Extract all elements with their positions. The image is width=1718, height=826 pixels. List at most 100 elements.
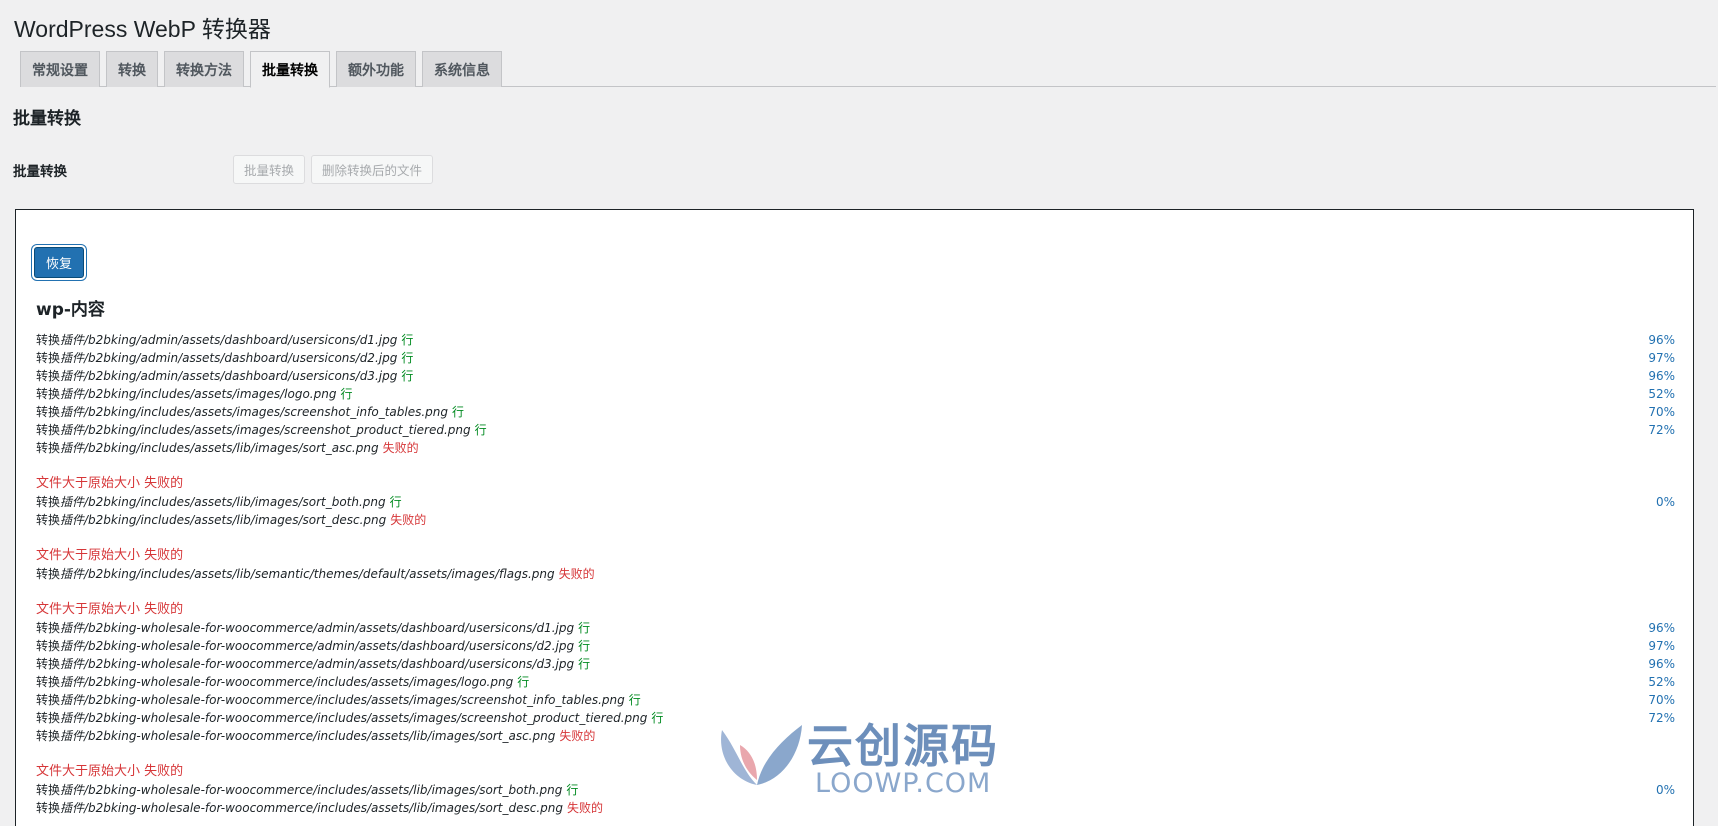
log-percent: 72% <box>1648 423 1675 437</box>
log-path: 插件/b2bking/admin/assets/dashboard/usersi… <box>60 333 398 347</box>
log-line: 转换插件/b2bking-wholesale-for-woocommerce/i… <box>36 781 1675 799</box>
log-line: 转换插件/b2bking-wholesale-for-woocommerce/i… <box>36 727 1675 745</box>
log-line: 转换插件/b2bking-wholesale-for-woocommerce/i… <box>36 691 1675 709</box>
log-status: 行 <box>628 693 641 707</box>
log-percent: 96% <box>1648 657 1675 671</box>
log-path: 插件/b2bking-wholesale-for-woocommerce/inc… <box>60 801 563 815</box>
log-status: 行 <box>401 369 414 383</box>
tab-convert-method[interactable]: 转换方法 <box>164 51 244 87</box>
log-path: 插件/b2bking-wholesale-for-woocommerce/inc… <box>60 711 648 725</box>
log-path: 插件/b2bking/includes/assets/lib/images/so… <box>60 513 387 527</box>
log-prefix: 转换 <box>36 387 61 401</box>
log-prefix: 转换 <box>36 639 61 653</box>
log-line: 转换插件/b2bking/includes/assets/images/scre… <box>36 421 1675 439</box>
log-prefix: 转换 <box>36 405 61 419</box>
log-status: 行 <box>389 495 402 509</box>
log-status: 失败的 <box>566 801 603 815</box>
log-path: 插件/b2bking/includes/assets/images/screen… <box>60 423 471 437</box>
size-error-message: 文件大于原始大小 失败的 <box>36 476 184 491</box>
log-prefix: 转换 <box>36 423 61 437</box>
log-status: 行 <box>401 333 414 347</box>
log-path: 插件/b2bking/includes/assets/lib/semantic/… <box>60 567 555 581</box>
log-status: 行 <box>578 639 591 653</box>
log-path: 插件/b2bking/admin/assets/dashboard/usersi… <box>60 351 398 365</box>
log-path: 插件/b2bking-wholesale-for-woocommerce/inc… <box>60 729 556 743</box>
size-error-message: 文件大于原始大小 失败的 <box>36 764 184 779</box>
log-line: 转换插件/b2bking/admin/assets/dashboard/user… <box>36 331 1675 349</box>
size-error-message: 文件大于原始大小 失败的 <box>36 548 184 563</box>
log-line: 转换插件/b2bking/includes/assets/lib/images/… <box>36 493 1675 511</box>
log-line: 转换插件/b2bking-wholesale-for-woocommerce/a… <box>36 619 1675 637</box>
panel-heading: wp-内容 <box>36 300 105 320</box>
log-status: 行 <box>651 711 664 725</box>
log-prefix: 转换 <box>36 333 61 347</box>
log-prefix: 转换 <box>36 351 61 365</box>
log-prefix: 转换 <box>36 441 61 455</box>
log-prefix: 转换 <box>36 675 61 689</box>
log-status: 行 <box>401 351 414 365</box>
log-path: 插件/b2bking-wholesale-for-woocommerce/inc… <box>60 693 625 707</box>
log-prefix: 转换 <box>36 513 61 527</box>
log-prefix: 转换 <box>36 567 61 581</box>
log-status: 行 <box>452 405 465 419</box>
log-prefix: 转换 <box>36 783 61 797</box>
log-percent: 97% <box>1648 639 1675 653</box>
log-status: 行 <box>517 675 530 689</box>
log-line: 转换插件/b2bking-wholesale-for-woocommerce/i… <box>36 673 1675 691</box>
settings-tabs: 常规设置 转换 转换方法 批量转换 额外功能 系统信息 <box>20 51 1716 88</box>
log-prefix: 转换 <box>36 657 61 671</box>
tab-convert[interactable]: 转换 <box>106 51 158 87</box>
log-percent: 70% <box>1648 405 1675 419</box>
log-percent: 0% <box>1655 783 1675 797</box>
log-status: 失败的 <box>390 513 427 527</box>
log-line: 转换插件/b2bking/includes/assets/images/scre… <box>36 403 1675 421</box>
log-path: 插件/b2bking-wholesale-for-woocommerce/inc… <box>60 675 514 689</box>
log-path: 插件/b2bking-wholesale-for-woocommerce/adm… <box>60 657 575 671</box>
delete-converted-files-button[interactable]: 删除转换后的文件 <box>311 155 434 184</box>
log-line: 转换插件/b2bking/includes/assets/lib/images/… <box>36 511 1675 529</box>
log-prefix: 转换 <box>36 621 61 635</box>
log-path: 插件/b2bking/admin/assets/dashboard/usersi… <box>60 369 398 383</box>
tab-extra-features[interactable]: 额外功能 <box>336 51 416 87</box>
log-prefix: 转换 <box>36 711 61 725</box>
log-percent: 96% <box>1648 369 1675 383</box>
log-prefix: 转换 <box>36 369 61 383</box>
log-line: 转换插件/b2bking-wholesale-for-woocommerce/i… <box>36 709 1675 727</box>
log-percent: 52% <box>1648 675 1675 689</box>
log-status: 失败的 <box>382 441 419 455</box>
log-status: 行 <box>578 657 591 671</box>
size-error-message: 文件大于原始大小 失败的 <box>36 602 184 617</box>
log-status: 失败的 <box>559 729 596 743</box>
log-status: 行 <box>340 387 353 401</box>
log-status: 失败的 <box>558 567 595 581</box>
restore-button[interactable]: 恢复 <box>34 247 84 278</box>
log-path: 插件/b2bking-wholesale-for-woocommerce/inc… <box>60 783 563 797</box>
log-percent: 52% <box>1648 387 1675 401</box>
tab-general-settings[interactable]: 常规设置 <box>20 51 100 87</box>
log-percent: 72% <box>1648 711 1675 725</box>
log-percent: 97% <box>1648 351 1675 365</box>
log-status: 行 <box>578 621 591 635</box>
log-line: 转换插件/b2bking/admin/assets/dashboard/user… <box>36 367 1675 385</box>
conversion-log-panel: 恢复 wp-内容 转换插件/b2bking/admin/assets/dashb… <box>15 209 1694 826</box>
log-percent: 96% <box>1648 333 1675 347</box>
log-line: 转换插件/b2bking/includes/assets/images/logo… <box>36 385 1675 403</box>
log-percent: 70% <box>1648 693 1675 707</box>
log-percent: 96% <box>1648 621 1675 635</box>
log-prefix: 转换 <box>36 495 61 509</box>
tab-system-info[interactable]: 系统信息 <box>422 51 502 87</box>
tab-bulk-convert[interactable]: 批量转换 <box>250 51 330 88</box>
log-prefix: 转换 <box>36 729 61 743</box>
log-line: 转换插件/b2bking-wholesale-for-woocommerce/a… <box>36 637 1675 655</box>
bulk-convert-button[interactable]: 批量转换 <box>233 155 306 184</box>
log-line: 转换插件/b2bking-wholesale-for-woocommerce/a… <box>36 655 1675 673</box>
log-path: 插件/b2bking/includes/assets/lib/images/so… <box>60 495 386 509</box>
log-line: 转换插件/b2bking-wholesale-for-woocommerce/i… <box>36 799 1675 817</box>
log-path: 插件/b2bking/includes/assets/lib/images/so… <box>60 441 379 455</box>
conversion-log: 转换插件/b2bking/admin/assets/dashboard/user… <box>36 331 1675 817</box>
log-line: 转换插件/b2bking/admin/assets/dashboard/user… <box>36 349 1675 367</box>
log-line: 转换插件/b2bking/includes/assets/lib/images/… <box>36 439 1675 457</box>
log-path: 插件/b2bking/includes/assets/images/screen… <box>60 405 449 419</box>
log-path: 插件/b2bking/includes/assets/images/logo.p… <box>60 387 337 401</box>
log-path: 插件/b2bking-wholesale-for-woocommerce/adm… <box>60 621 575 635</box>
